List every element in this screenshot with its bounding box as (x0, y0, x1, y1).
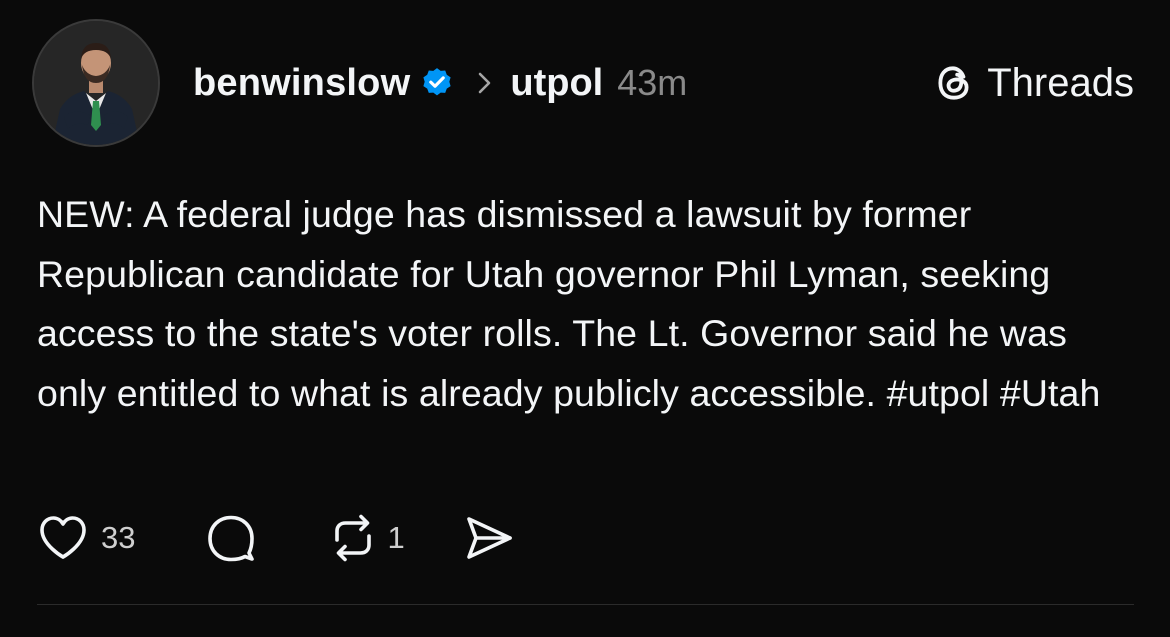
threads-post: benwinslow utpol 43m Threads NEW: A fede… (0, 0, 1170, 637)
chevron-right-icon (476, 70, 494, 96)
username-link[interactable]: benwinslow (193, 62, 410, 105)
share-button[interactable] (463, 513, 515, 563)
post-text: NEW: A federal judge has dismissed a law… (37, 193, 1101, 414)
threads-branding: Threads (933, 58, 1134, 108)
repost-count: 1 (387, 520, 405, 555)
avatar[interactable] (32, 19, 160, 147)
repost-icon (327, 513, 379, 563)
post-timestamp: 43m (617, 62, 688, 103)
heart-icon (37, 514, 89, 562)
like-button[interactable]: 33 (37, 514, 135, 562)
reply-button[interactable] (205, 513, 257, 563)
repost-button[interactable]: 1 (327, 513, 405, 563)
verified-badge-icon (420, 66, 454, 100)
threads-logo-icon (933, 62, 975, 104)
post-header: benwinslow utpol 43m (193, 58, 687, 108)
post-divider (37, 604, 1134, 605)
topic-link[interactable]: utpol (510, 62, 603, 105)
send-icon (463, 513, 515, 563)
brand-name: Threads (987, 60, 1134, 105)
comment-icon (205, 513, 257, 563)
post-actions: 33 1 (37, 512, 515, 564)
like-count: 33 (101, 520, 136, 555)
